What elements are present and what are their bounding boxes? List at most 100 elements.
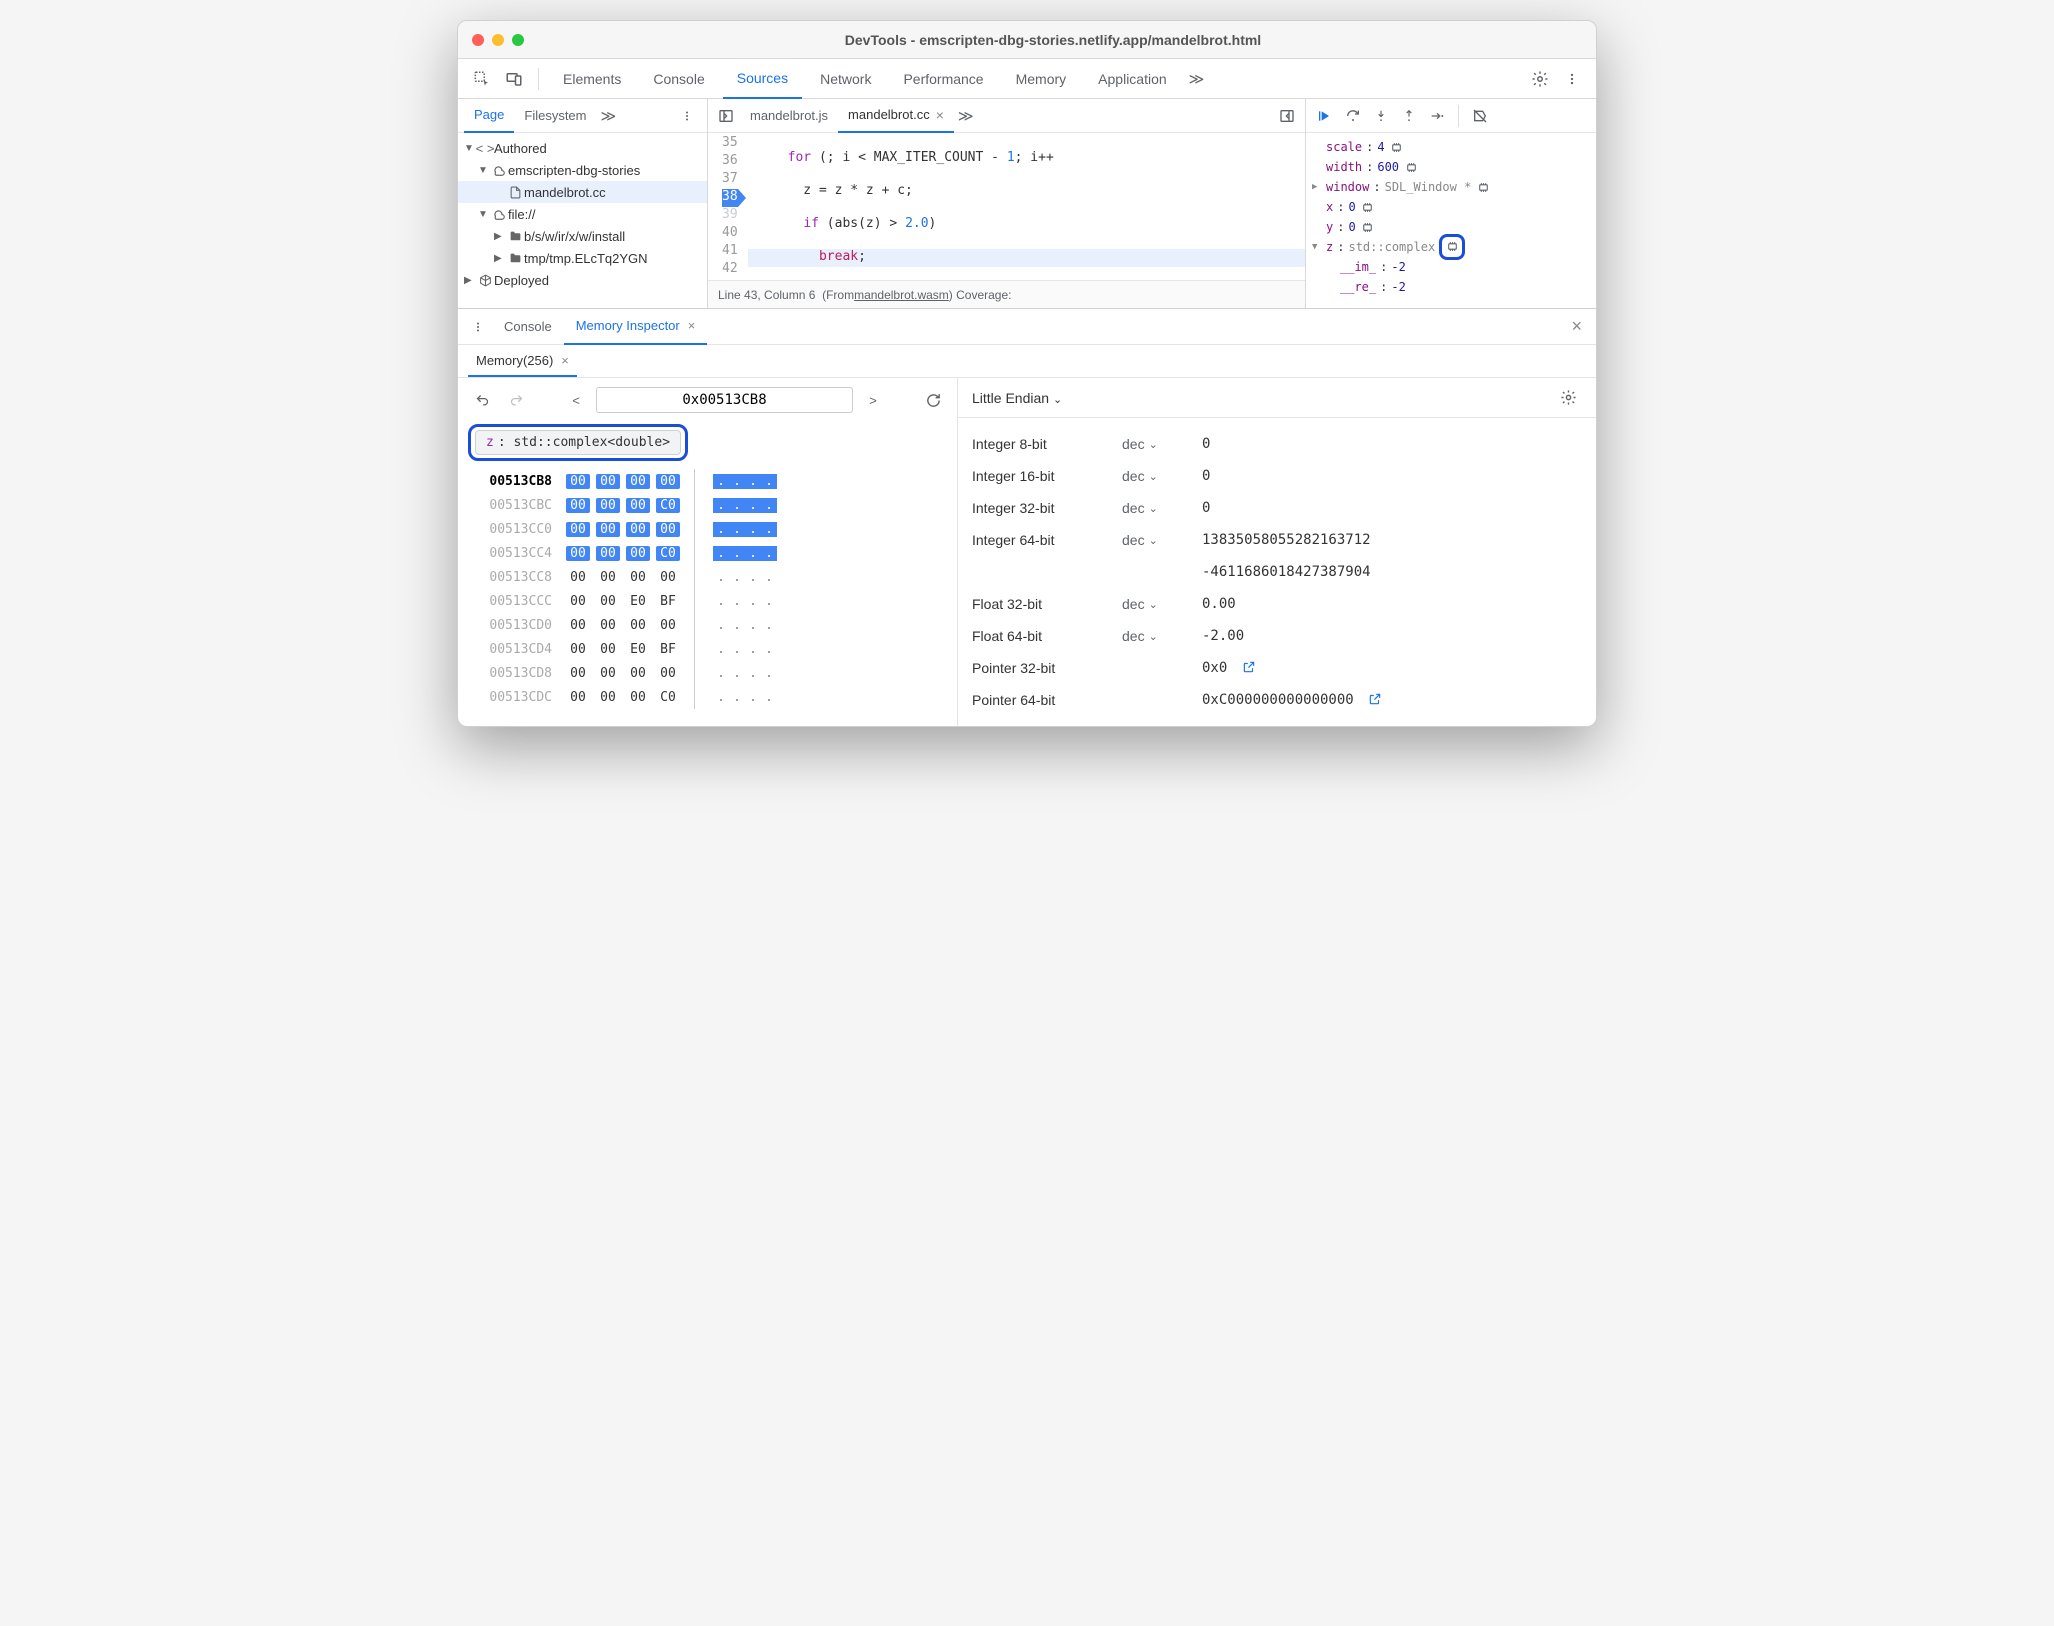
hex-row[interactable]: 00513CB800000000.... <box>468 469 947 493</box>
scope-row[interactable]: ▼z: std::complex <box>1312 237 1590 257</box>
hex-row[interactable]: 00513CDC000000C0.... <box>468 685 947 709</box>
inspect-element-icon[interactable] <box>468 65 496 93</box>
format-select[interactable]: dec ⌄ <box>1122 436 1202 452</box>
close-drawer-icon[interactable]: × <box>1563 316 1590 337</box>
resume-button-icon[interactable] <box>1312 102 1338 130</box>
memory-icon-highlight <box>1439 234 1465 260</box>
hex-row[interactable]: 00513CC800000000.... <box>468 565 947 589</box>
nav-tab-filesystem[interactable]: Filesystem <box>514 99 596 133</box>
scope-row[interactable]: __im_: -2 <box>1312 257 1590 277</box>
value-row: Integer 64-bitdec ⌄13835058055282163712 <box>972 524 1582 556</box>
tree-deployed[interactable]: ▶Deployed <box>458 269 707 291</box>
tab-sources[interactable]: Sources <box>723 59 802 99</box>
memory-address-input[interactable] <box>596 387 853 413</box>
redo-icon[interactable] <box>502 386 530 414</box>
zoom-window-button[interactable] <box>512 34 524 46</box>
code-tab-cc[interactable]: mandelbrot.cc× <box>838 99 954 133</box>
close-drawer-tab-icon[interactable]: × <box>688 318 696 333</box>
tree-origin-1[interactable]: ▼emscripten-dbg-stories <box>458 159 707 181</box>
address-prev-icon[interactable]: < <box>562 386 590 414</box>
step-out-icon[interactable] <box>1396 102 1422 130</box>
close-window-button[interactable] <box>472 34 484 46</box>
undo-icon[interactable] <box>468 386 496 414</box>
step-into-icon[interactable] <box>1368 102 1394 130</box>
object-tag-highlight: z: std::complex<double> <box>468 424 688 461</box>
editor-status-bar: Line 43, Column 6 (From mandelbrot.wasm)… <box>708 280 1305 308</box>
scope-row[interactable]: ▶window: SDL_Window * <box>1312 177 1590 197</box>
code-sidebar-toggle-icon[interactable] <box>712 102 740 130</box>
hex-row[interactable]: 00513CBC000000C0.... <box>468 493 947 517</box>
hex-row[interactable]: 00513CD40000E0BF.... <box>468 637 947 661</box>
format-select[interactable]: dec ⌄ <box>1122 628 1202 644</box>
jump-to-address-icon[interactable] <box>1368 692 1382 708</box>
nav-tab-page[interactable]: Page <box>464 99 514 133</box>
nav-kebab-icon[interactable] <box>673 102 701 130</box>
step-icon[interactable] <box>1424 102 1450 130</box>
jump-to-address-icon[interactable] <box>1242 660 1256 676</box>
value-row: Float 32-bitdec ⌄0.00 <box>972 588 1582 620</box>
hex-row[interactable]: 00513CC4000000C0.... <box>468 541 947 565</box>
tab-memory[interactable]: Memory <box>1002 59 1081 99</box>
tab-elements[interactable]: Elements <box>549 59 635 99</box>
scope-row[interactable]: __re_: -2 <box>1312 277 1590 297</box>
navigator-panel: Page Filesystem ≫ ▼< >Authored ▼emscript… <box>458 99 708 308</box>
tab-performance[interactable]: Performance <box>889 59 997 99</box>
step-over-icon[interactable] <box>1340 102 1366 130</box>
format-select[interactable]: dec ⌄ <box>1122 468 1202 484</box>
memory-object-tag[interactable]: z: std::complex<double> <box>475 430 681 455</box>
format-select[interactable]: dec ⌄ <box>1122 500 1202 516</box>
tab-application[interactable]: Application <box>1084 59 1181 99</box>
code-editor-panel: mandelbrot.js mandelbrot.cc× ≫ 35 36 37 … <box>708 99 1306 308</box>
scope-row[interactable]: width: 600 <box>1312 157 1590 177</box>
scope-row[interactable]: x: 0 <box>1312 197 1590 217</box>
value-interpretations: Integer 8-bitdec ⌄0Integer 16-bitdec ⌄0I… <box>958 418 1596 726</box>
tree-origin-2[interactable]: ▼file:// <box>458 203 707 225</box>
reveal-in-memory-icon[interactable] <box>1403 159 1419 175</box>
scope-row[interactable]: scale: 4 <box>1312 137 1590 157</box>
hex-row[interactable]: 00513CCC0000E0BF.... <box>468 589 947 613</box>
minimize-window-button[interactable] <box>492 34 504 46</box>
reveal-in-memory-icon[interactable] <box>1475 179 1491 195</box>
reveal-in-memory-icon[interactable] <box>1389 139 1405 155</box>
nav-more-chevron-icon[interactable]: ≫ <box>597 107 621 125</box>
hex-viewer[interactable]: 00513CB800000000....00513CBC000000C0....… <box>468 469 947 709</box>
code-debug-toggle-icon[interactable] <box>1273 102 1301 130</box>
titlebar: DevTools - emscripten-dbg-stories.netlif… <box>458 21 1596 59</box>
tree-authored[interactable]: ▼< >Authored <box>458 137 707 159</box>
tree-file-mandelbrot-cc[interactable]: mandelbrot.cc <box>458 181 707 203</box>
code-content[interactable]: for (; i < MAX_ITER_COUNT - 1; i++ z = z… <box>748 133 1305 280</box>
address-next-icon[interactable]: > <box>859 386 887 414</box>
reveal-in-memory-icon[interactable] <box>1360 199 1376 215</box>
tab-network[interactable]: Network <box>806 59 885 99</box>
tree-folder-1[interactable]: ▶b/s/w/ir/x/w/install <box>458 225 707 247</box>
scope-variables: scale: 4width: 600▶window: SDL_Window *x… <box>1306 133 1596 308</box>
hex-row[interactable]: 00513CD800000000.... <box>468 661 947 685</box>
memory-settings-gear-icon[interactable] <box>1554 384 1582 412</box>
drawer-tab-console[interactable]: Console <box>492 309 564 345</box>
value-row: Integer 32-bitdec ⌄0 <box>972 492 1582 524</box>
format-select[interactable]: dec ⌄ <box>1122 532 1202 548</box>
close-tab-icon[interactable]: × <box>936 107 944 123</box>
kebab-menu-icon[interactable] <box>1558 65 1586 93</box>
drawer-kebab-icon[interactable] <box>464 313 492 341</box>
device-toolbar-icon[interactable] <box>500 65 528 93</box>
tab-console[interactable]: Console <box>639 59 718 99</box>
format-select[interactable]: dec ⌄ <box>1122 596 1202 612</box>
memory-sub-tab[interactable]: Memory(256) × <box>468 345 577 377</box>
reveal-in-memory-icon[interactable] <box>1360 219 1376 235</box>
code-tab-js[interactable]: mandelbrot.js <box>740 99 838 133</box>
hex-row[interactable]: 00513CC000000000.... <box>468 517 947 541</box>
endian-select[interactable]: Little Endian ⌄ <box>972 390 1062 406</box>
tree-folder-2[interactable]: ▶tmp/tmp.ELcTq2YGN <box>458 247 707 269</box>
drawer-tab-memory-inspector[interactable]: Memory Inspector × <box>564 309 708 345</box>
close-memory-sub-icon[interactable]: × <box>561 353 569 368</box>
hex-row[interactable]: 00513CD000000000.... <box>468 613 947 637</box>
deactivate-breakpoints-icon[interactable] <box>1467 102 1493 130</box>
code-more-chevron-icon[interactable]: ≫ <box>954 107 978 125</box>
wasm-source-link[interactable]: mandelbrot.wasm <box>854 288 949 302</box>
more-tabs-chevron-icon[interactable]: ≫ <box>1185 70 1209 88</box>
refresh-icon[interactable] <box>919 386 947 414</box>
debugger-toolbar <box>1306 99 1596 133</box>
settings-gear-icon[interactable] <box>1526 65 1554 93</box>
reveal-in-memory-icon[interactable] <box>1444 238 1460 254</box>
